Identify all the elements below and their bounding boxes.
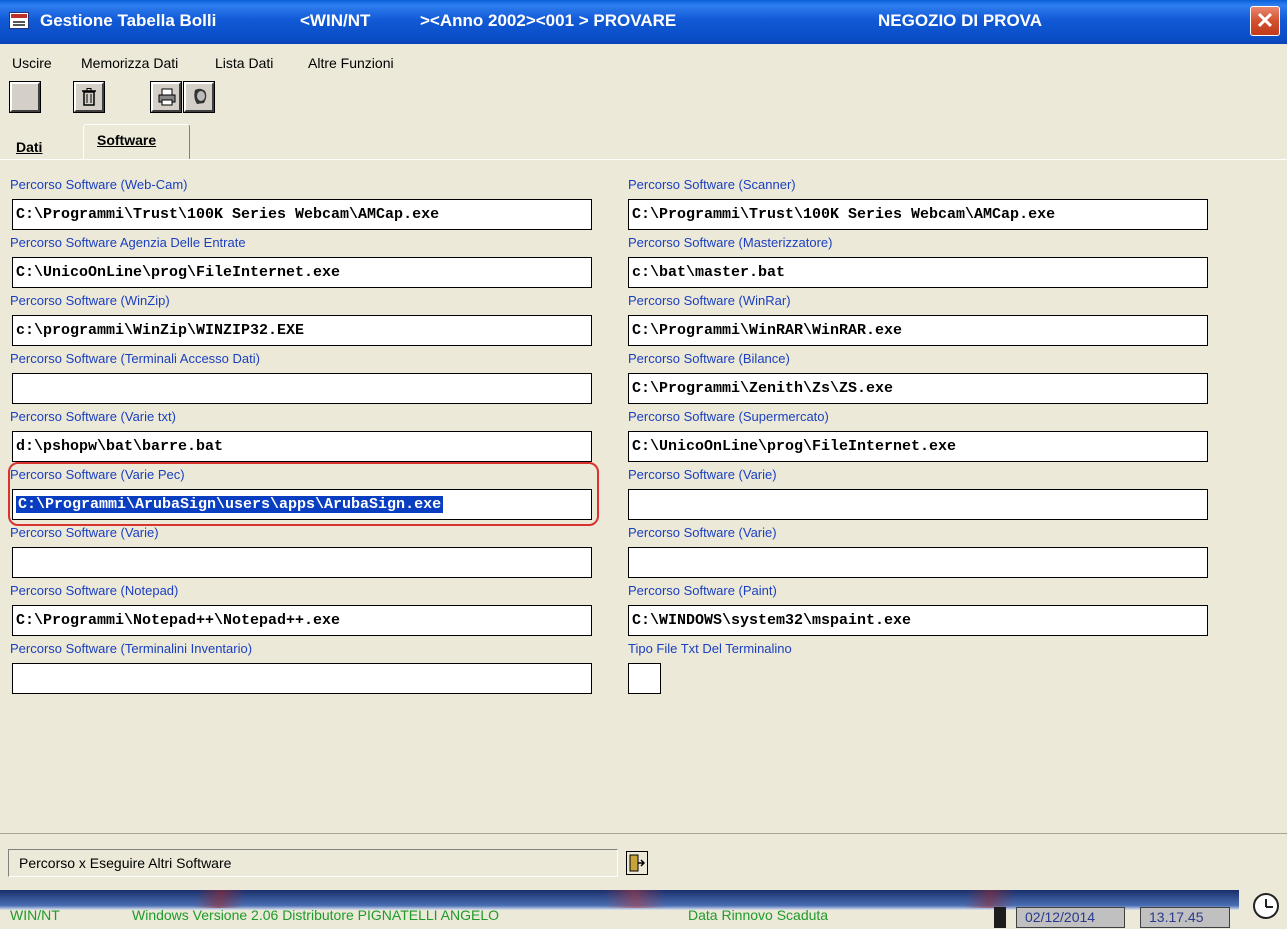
field-label: Percorso Software (Bilance) [628, 351, 790, 366]
status-bar: WIN/NT Windows Versione 2.06 Distributor… [0, 890, 1287, 929]
clock-icon[interactable] [1253, 893, 1279, 919]
field-label: Tipo File Txt Del Terminalino [628, 641, 792, 656]
window-platform: <WIN/NT [300, 11, 371, 30]
field-label: Percorso Software (Varie) [628, 525, 777, 540]
status-renewal: Data Rinnovo Scaduta [688, 907, 829, 923]
field-label: Percorso Software (Varie txt) [10, 409, 176, 424]
tipo-file-txt-input[interactable] [628, 663, 661, 694]
field-label: Percorso Software Agenzia Delle Entrate [10, 235, 246, 250]
terminali-accesso-path-input[interactable] [12, 373, 592, 404]
field-label: Percorso Software (Varie) [10, 525, 159, 540]
title-bar: Gestione Tabella Bolli <WIN/NT ><Anno 20… [0, 0, 1287, 44]
face-button[interactable] [183, 81, 215, 113]
hint-field: Percorso x Eseguire Altri Software [8, 849, 618, 877]
close-button[interactable]: ✕ [1250, 6, 1280, 36]
menu-lista-dati[interactable]: Lista Dati [215, 55, 273, 71]
agenzia-entrate-path-input[interactable]: C:\UnicoOnLine\prog\FileInternet.exe [12, 257, 592, 288]
winzip-path-input[interactable]: c:\programmi\WinZip\WINZIP32.EXE [12, 315, 592, 346]
bilance-path-input[interactable]: C:\Programmi\Zenith\Zs\ZS.exe [628, 373, 1208, 404]
masterizzatore-path-input[interactable]: c:\bat\master.bat [628, 257, 1208, 288]
bottom-divider [0, 833, 1287, 834]
winrar-path-input[interactable]: C:\Programmi\WinRAR\WinRAR.exe [628, 315, 1208, 346]
varie-path-input[interactable] [628, 547, 1208, 578]
varie-path-input[interactable] [12, 547, 592, 578]
varie-path-input[interactable] [628, 489, 1208, 520]
field-label: Percorso Software (Scanner) [628, 177, 796, 192]
tab-dati-label: Dati [16, 139, 43, 155]
door-exit-icon [629, 854, 645, 872]
app-icon [9, 12, 29, 29]
field-label: Percorso Software (Terminalini Inventari… [10, 641, 253, 656]
window-context: ><Anno 2002><001 > PROVARE [420, 11, 677, 30]
delete-button[interactable] [73, 81, 105, 113]
field-label: Percorso Software (Notepad) [10, 583, 179, 598]
notepad-path-input[interactable]: C:\Programmi\Notepad++\Notepad++.exe [12, 605, 592, 636]
menu-memorizza-dati[interactable]: Memorizza Dati [81, 55, 178, 71]
status-date: 02/12/2014 [1016, 907, 1125, 928]
field-label: Percorso Software (Supermercato) [628, 409, 829, 424]
status-separator [994, 907, 1006, 928]
tab-software-label: Software [97, 132, 157, 148]
varie-txt-path-input[interactable]: d:\pshopw\bat\barre.bat [12, 431, 592, 462]
highlight-annotation [8, 462, 599, 526]
blank-button[interactable] [9, 81, 41, 113]
field-label: Percorso Software (Terminali Accesso Dat… [10, 351, 260, 366]
trash-icon [82, 88, 96, 106]
window-store: NEGOZIO DI PROVA [878, 11, 1043, 30]
field-label: Percorso Software (Web-Cam) [10, 177, 188, 192]
field-label: Percorso Software (WinRar) [628, 293, 791, 308]
terminalini-inventario-path-input[interactable] [12, 663, 592, 694]
field-label: Percorso Software (Varie) [628, 467, 777, 482]
tab-dati[interactable]: Dati [5, 129, 80, 159]
field-label: Percorso Software (Paint) [628, 583, 777, 598]
face-icon [194, 88, 207, 104]
scanner-path-input[interactable]: C:\Programmi\Trust\100K Series Webcam\AM… [628, 199, 1208, 230]
print-button[interactable] [150, 81, 182, 113]
paint-path-input[interactable]: C:\WINDOWS\system32\mspaint.exe [628, 605, 1208, 636]
status-time: 13.17.45 [1140, 907, 1230, 928]
tab-software[interactable]: Software [83, 124, 190, 160]
menu-uscire[interactable]: Uscire [12, 55, 52, 71]
field-label: Percorso Software (WinZip) [10, 293, 170, 308]
webcam-path-input[interactable]: C:\Programmi\Trust\100K Series Webcam\AM… [12, 199, 592, 230]
window-title: Gestione Tabella Bolli [40, 11, 217, 30]
field-label: Percorso Software (Masterizzatore) [628, 235, 833, 250]
run-software-button[interactable] [626, 851, 648, 875]
menu-altre-funzioni[interactable]: Altre Funzioni [308, 55, 394, 71]
menu-bar: Uscire Memorizza Dati Lista Dati Altre F… [0, 44, 1287, 76]
status-platform: WIN/NT [10, 907, 60, 923]
printer-icon [158, 88, 176, 106]
status-version: Windows Versione 2.06 Distributore PIGNA… [132, 907, 500, 923]
supermercato-path-input[interactable]: C:\UnicoOnLine\prog\FileInternet.exe [628, 431, 1208, 462]
